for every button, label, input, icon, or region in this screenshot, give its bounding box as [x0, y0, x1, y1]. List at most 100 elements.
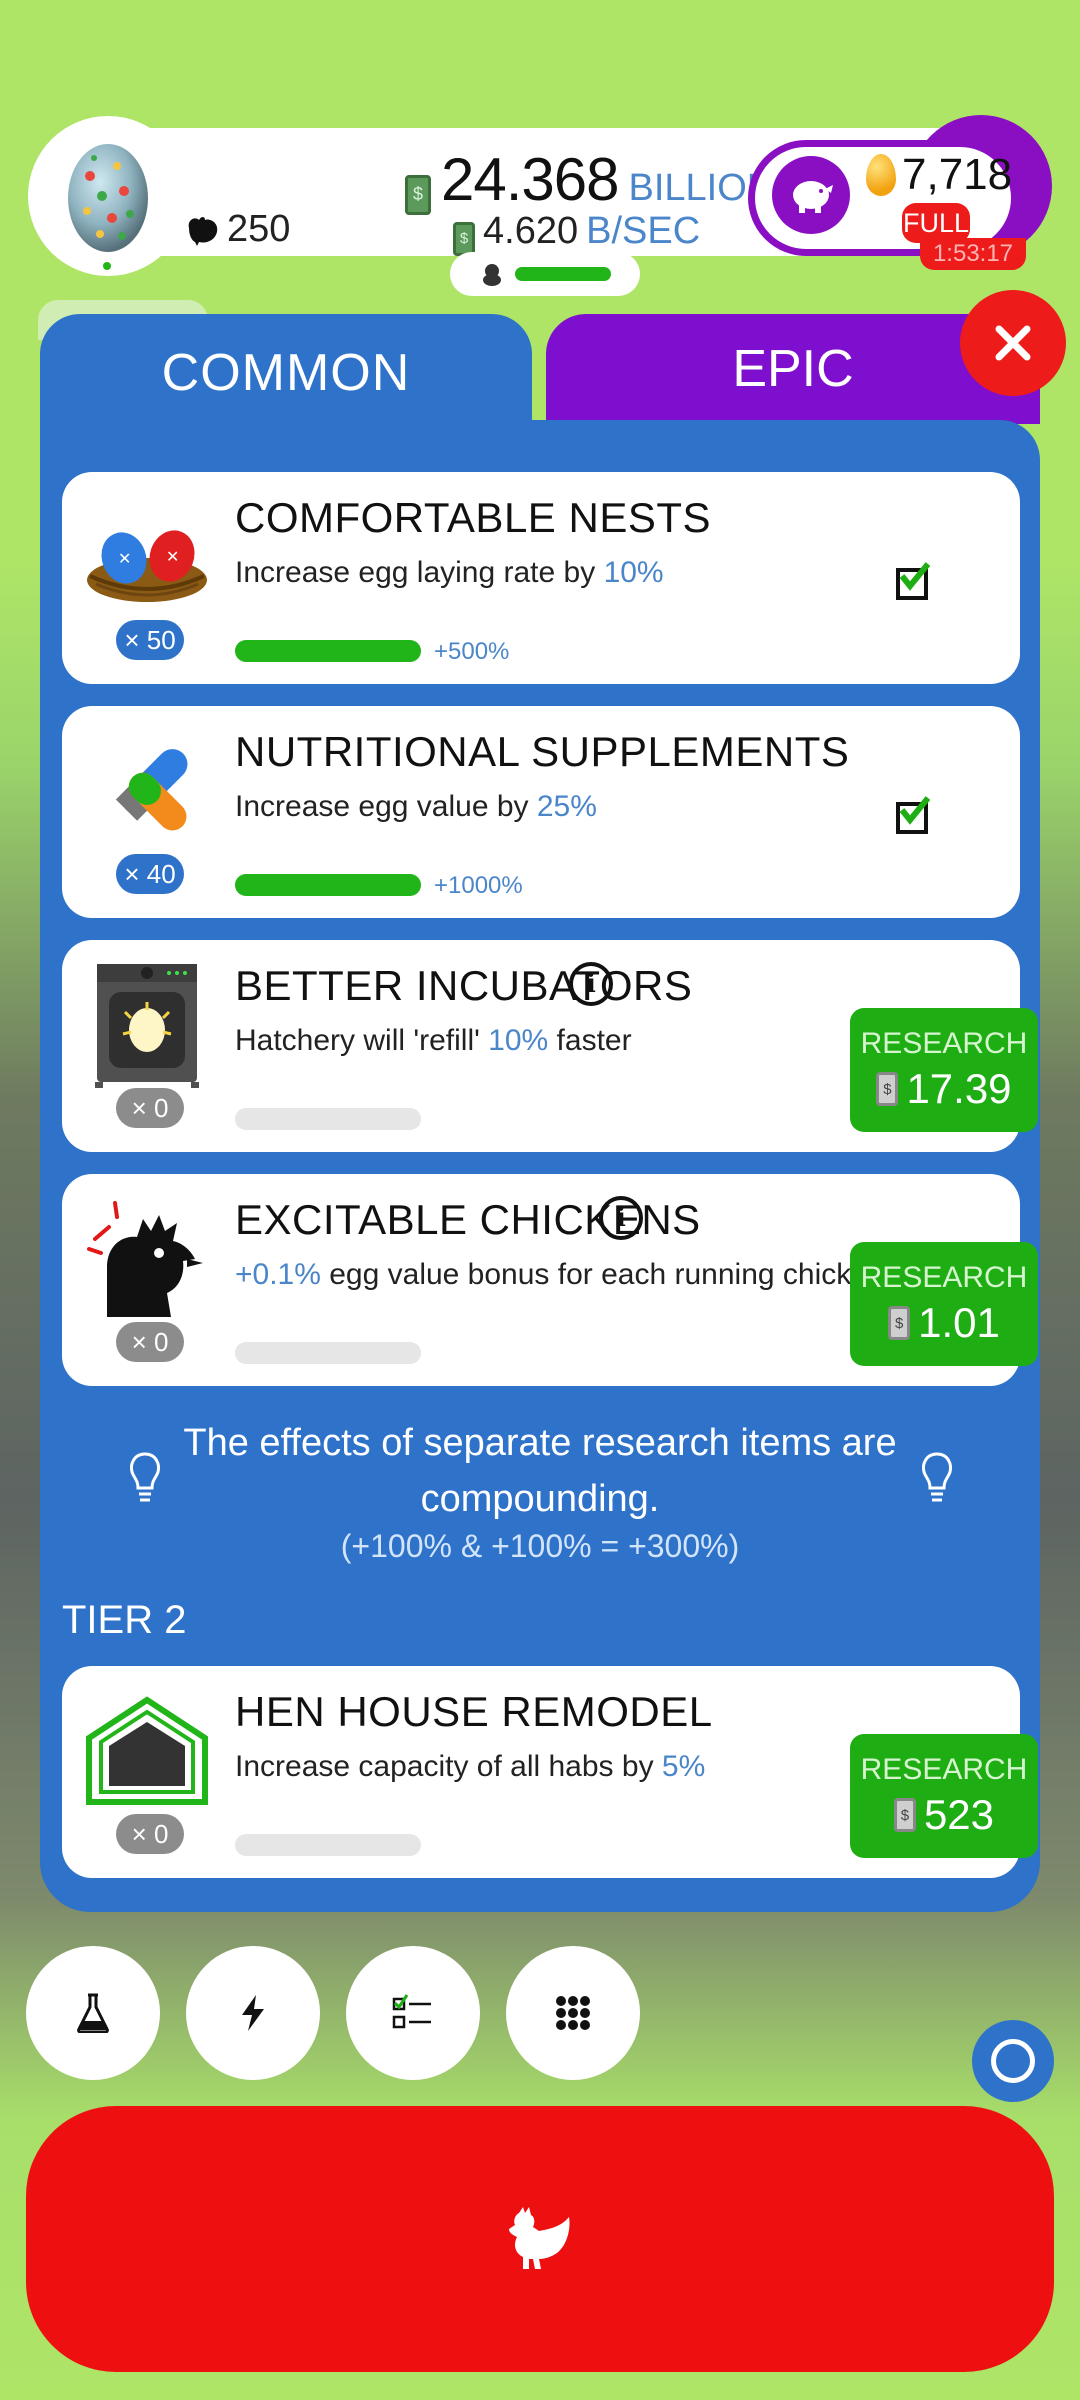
camera-toggle-button[interactable] [972, 2020, 1054, 2102]
menu-nav-button[interactable] [506, 1946, 640, 2080]
desc-text-suffix: faster [548, 1024, 632, 1057]
research-progress-label: +1000% [434, 872, 523, 899]
piggy-bank-icon [793, 181, 833, 213]
research-title: BETTER INCUBATORS [235, 962, 693, 1009]
desc-text: Increase egg laying rate by [235, 556, 604, 589]
svg-text:✕: ✕ [118, 551, 131, 568]
close-button[interactable] [960, 290, 1066, 396]
research-description: Increase capacity of all habs by 5% [235, 1750, 705, 1784]
research-cost: $1.01 [888, 1299, 1000, 1347]
research-level-count: × 0 [116, 1322, 184, 1362]
incubator-icon [82, 960, 212, 1090]
chick-icon [483, 264, 501, 286]
info-icon[interactable]: i [599, 1196, 643, 1240]
flask-icon [77, 1993, 109, 2033]
research-level-count: × 0 [116, 1814, 184, 1854]
research-panel[interactable]: ✕ ✕ × 50 COMFORTABLE NESTS Increase egg … [40, 420, 1040, 1912]
research-card-better-incubators: × 0 BETTER INCUBATORS i Hatchery will 'r… [62, 940, 1038, 1152]
research-button[interactable]: RESEARCH $523 [850, 1734, 1038, 1858]
money-display: $ 24.368 BILLION [405, 145, 774, 215]
golden-egg-icon [866, 154, 896, 196]
research-description: Increase egg laying rate by 10% [235, 556, 664, 590]
research-level-count: × 50 [116, 620, 184, 660]
chicken-icon [188, 216, 218, 246]
money-value: 24.368 [441, 146, 620, 213]
rate-value: 4.620 [483, 210, 579, 252]
research-title: HEN HOUSE REMODEL [235, 1688, 713, 1735]
research-progress-fill [235, 640, 421, 662]
research-description: Increase egg value by 25% [235, 790, 597, 824]
research-button-label: RESEARCH [860, 1261, 1028, 1294]
egg-status-dot [103, 262, 111, 270]
nest-icon: ✕ ✕ [82, 492, 212, 622]
desc-highlight: 10% [603, 556, 664, 589]
chicken-icon [509, 2207, 570, 2269]
cash-icon: $ [888, 1306, 911, 1340]
research-button[interactable]: RESEARCH $17.39 [850, 1008, 1038, 1132]
tier-2-header: TIER 2 [62, 1598, 187, 1642]
research-card-nutritional-supplements: × 40 NUTRITIONAL SUPPLEMENTS Increase eg… [62, 706, 1020, 918]
research-cost-value: 523 [923, 1791, 995, 1838]
close-icon [995, 325, 1031, 361]
running-chicken-meter [450, 252, 640, 296]
cash-icon: $ [453, 221, 475, 256]
research-description: +0.1% egg value bonus for each running c… [235, 1258, 885, 1292]
hen-house-icon [82, 1686, 212, 1816]
info-icon[interactable]: i [569, 962, 613, 1006]
research-description: Hatchery will 'refill' 10% faster [235, 1024, 632, 1058]
desc-text-suffix: egg value bonus for each running chicken [320, 1258, 885, 1291]
golden-eggs-value: 7,718 [902, 150, 1013, 199]
research-cost: $17.39 [876, 1065, 1012, 1113]
research-card-excitable-chickens: × 0 EXCITABLE CHICKENS i +0.1% egg value… [62, 1174, 1038, 1386]
ring-icon [991, 2039, 1035, 2083]
research-button-label: RESEARCH [860, 1753, 1028, 1786]
research-cost: $523 [893, 1791, 995, 1839]
research-tip-text: The effects of separate research items a… [183, 1422, 897, 1520]
svg-text:✕: ✕ [166, 549, 179, 566]
research-progress-track [235, 1834, 421, 1856]
cash-icon: $ [876, 1072, 899, 1106]
tab-common[interactable]: COMMON [40, 314, 532, 432]
research-progress-label: +500% [434, 638, 510, 665]
chicken-count: 250 [185, 208, 290, 251]
egg-icon [68, 144, 148, 252]
golden-eggs-count: 7,718 [866, 150, 1012, 200]
research-tip-formula: (+100% & +100% = +300%) [340, 1528, 740, 1564]
desc-highlight: 10% [488, 1024, 549, 1057]
desc-highlight: +0.1% [235, 1258, 321, 1291]
desc-highlight: 25% [536, 790, 597, 823]
research-cost-value: 17.39 [906, 1065, 1012, 1112]
boosts-nav-button[interactable] [186, 1946, 320, 2080]
missions-nav-button[interactable] [346, 1946, 480, 2080]
current-egg-button[interactable] [28, 116, 188, 276]
completed-check-icon [896, 562, 930, 600]
research-title: NUTRITIONAL SUPPLEMENTS [235, 728, 850, 775]
chicken-count-value: 250 [227, 208, 291, 250]
research-nav-button[interactable] [26, 1946, 160, 2080]
hatch-chicken-button[interactable] [26, 2106, 1054, 2372]
piggy-bank-button[interactable] [772, 156, 850, 234]
research-progress-track [235, 1342, 421, 1364]
cash-icon: $ [405, 174, 431, 215]
completed-check-icon [896, 796, 930, 834]
desc-text: Increase capacity of all habs by [235, 1750, 662, 1783]
lightbulb-icon [130, 1452, 160, 1502]
research-cost-value: 1.01 [918, 1299, 1000, 1346]
research-button-label: RESEARCH [860, 1027, 1028, 1060]
cash-icon: $ [893, 1798, 916, 1832]
grid-icon [556, 1996, 590, 2030]
research-button[interactable]: RESEARCH $1.01 [850, 1242, 1038, 1366]
desc-text: Hatchery will 'refill' [235, 1024, 489, 1057]
running-bonus-bar [515, 267, 611, 281]
desc-highlight: 5% [661, 1750, 706, 1783]
piggy-full-badge: FULL [902, 203, 970, 243]
desc-text: Increase egg value by [235, 790, 537, 823]
research-progress-fill [235, 874, 421, 896]
rate-unit: B/SEC [586, 210, 701, 252]
pills-icon [82, 726, 212, 856]
research-card-hen-house-remodel: × 0 HEN HOUSE REMODEL Increase capacity … [62, 1666, 1038, 1878]
earning-rate: $ 4.620 B/SEC [453, 210, 700, 256]
research-level-count: × 40 [116, 854, 184, 894]
research-title: COMFORTABLE NESTS [235, 494, 712, 541]
excited-chicken-icon [82, 1194, 212, 1324]
